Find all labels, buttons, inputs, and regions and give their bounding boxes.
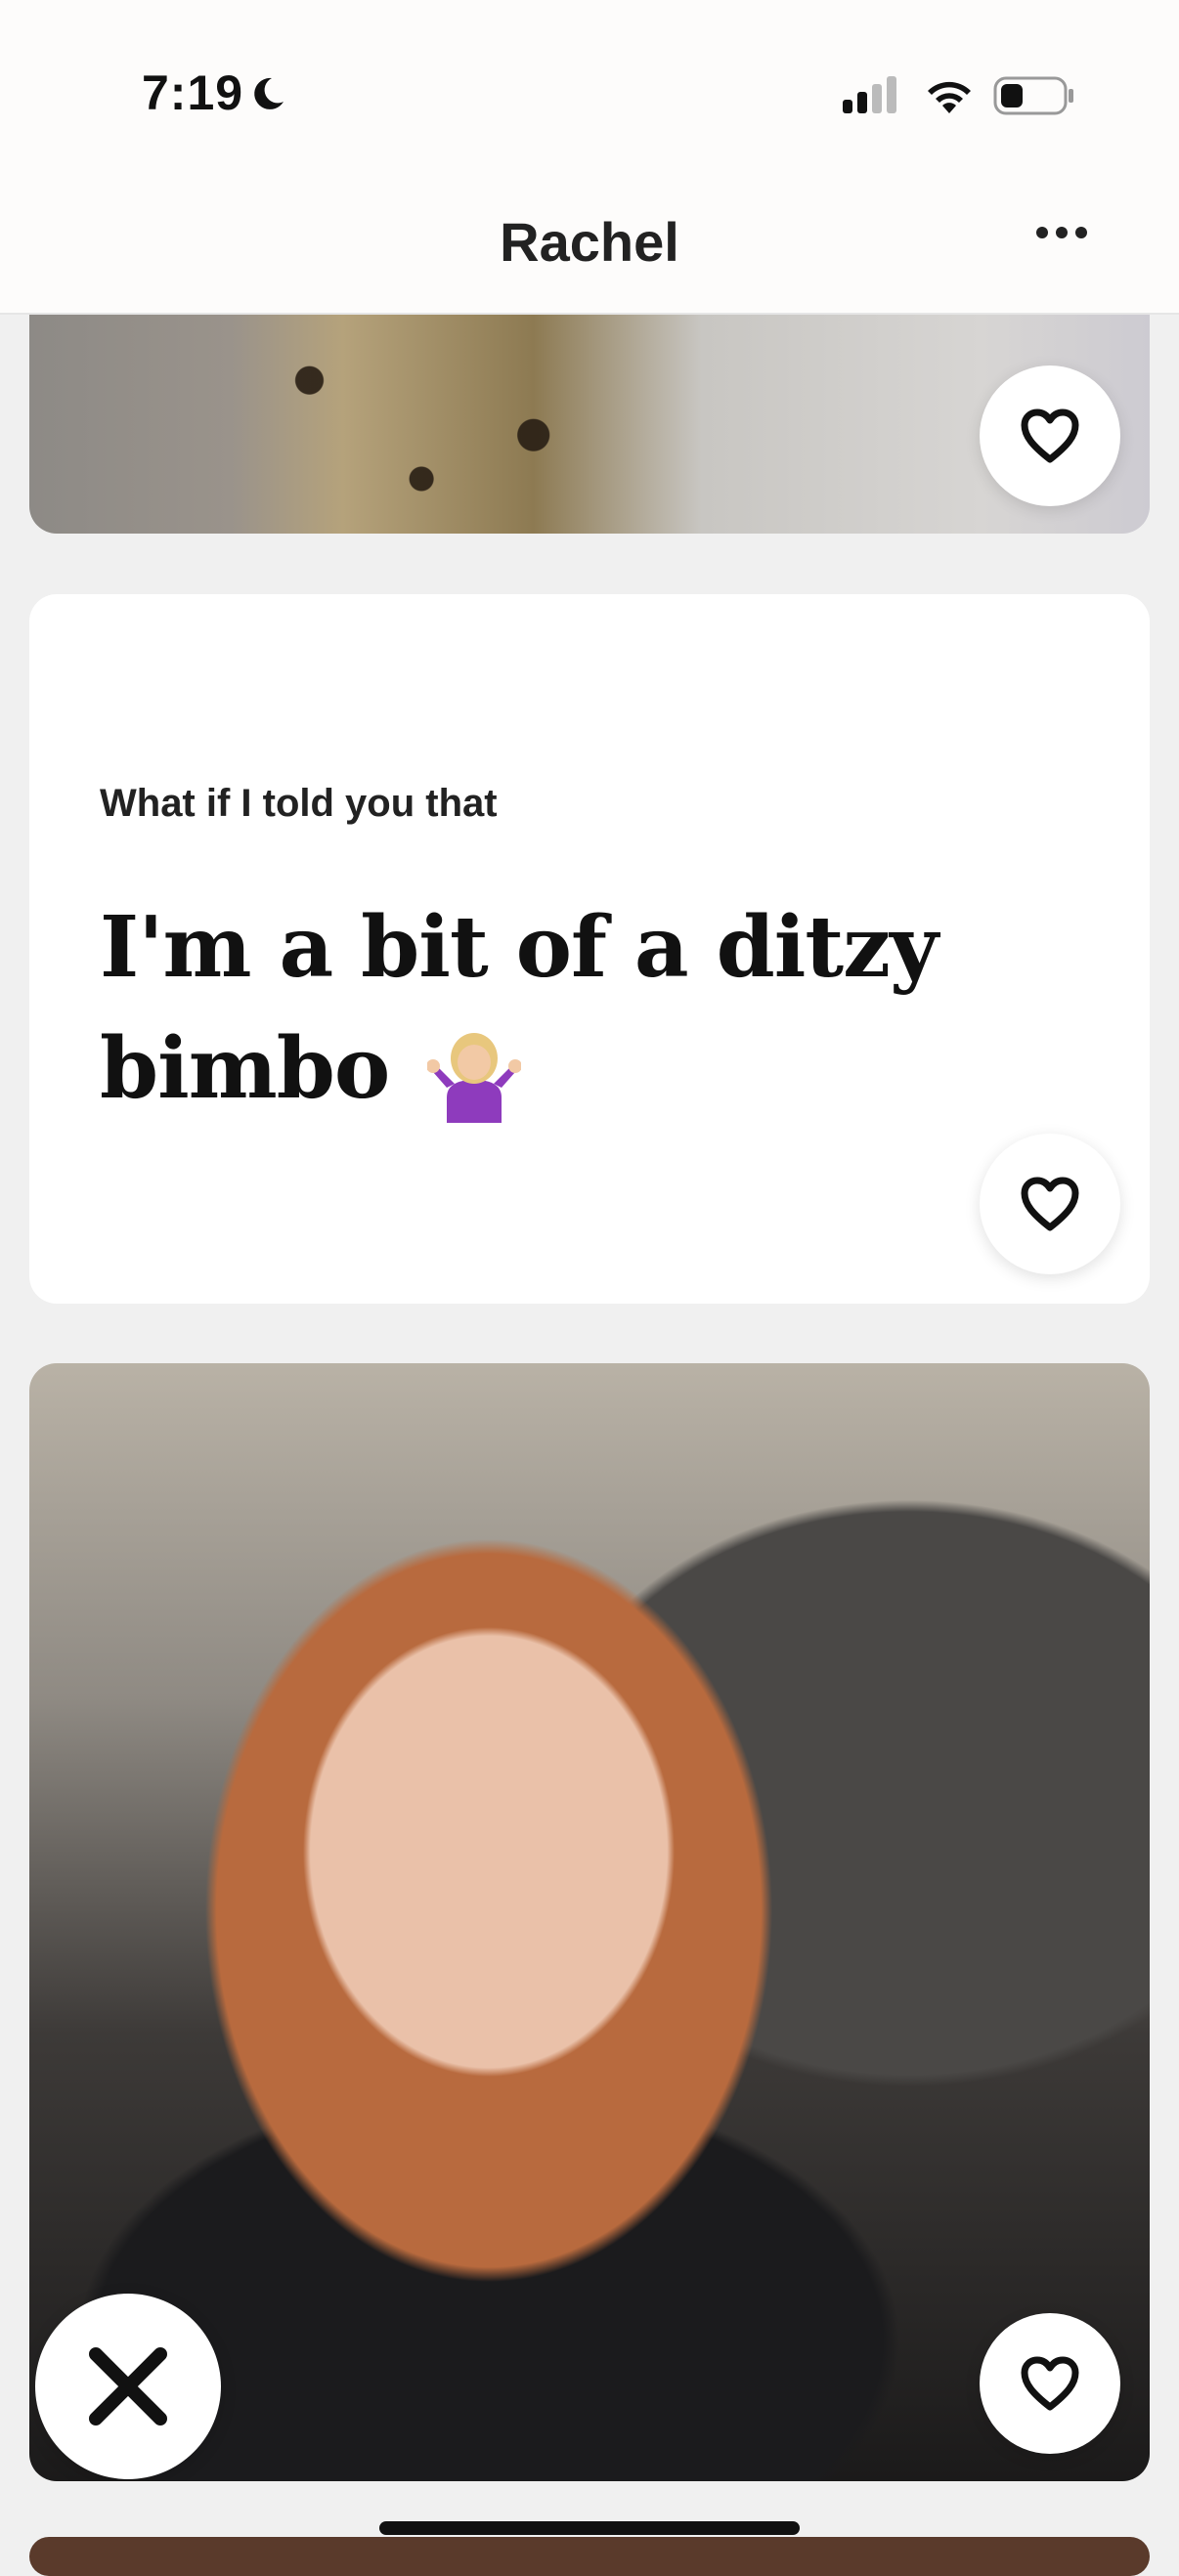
like-prompt-button[interactable] xyxy=(980,1134,1120,1274)
wifi-icon xyxy=(928,81,971,113)
home-indicator[interactable] xyxy=(379,2521,800,2535)
profile-photo-2 xyxy=(29,1363,1150,2481)
cellular-signal-icon xyxy=(843,76,896,113)
prompt-answer: I'm a bit of a ditzy bimbo xyxy=(100,887,1038,1130)
heart-icon xyxy=(1021,1177,1079,1231)
like-photo-button[interactable] xyxy=(980,365,1120,506)
profile-photo-3 xyxy=(29,2537,1150,2576)
profile-header: Rachel xyxy=(0,186,1179,315)
moon-icon xyxy=(254,77,284,109)
shrug-emoji-icon xyxy=(427,1032,522,1123)
close-icon xyxy=(89,2347,167,2426)
prompt-question: What if I told you that xyxy=(100,782,498,825)
prompt-card: What if I told you that I'm a bit of a d… xyxy=(29,594,1150,1304)
profile-photo-1 xyxy=(29,315,1150,534)
more-dots-icon[interactable] xyxy=(1036,227,1087,238)
profile-name: Rachel xyxy=(500,211,679,273)
status-bar: 7:19 xyxy=(0,0,1179,186)
status-time: 7:19 xyxy=(142,65,244,120)
like-photo-button[interactable] xyxy=(980,2313,1120,2454)
heart-icon xyxy=(1021,408,1079,463)
battery-icon xyxy=(993,76,1073,115)
heart-icon xyxy=(1021,2356,1079,2411)
skip-button[interactable] xyxy=(35,2294,221,2479)
